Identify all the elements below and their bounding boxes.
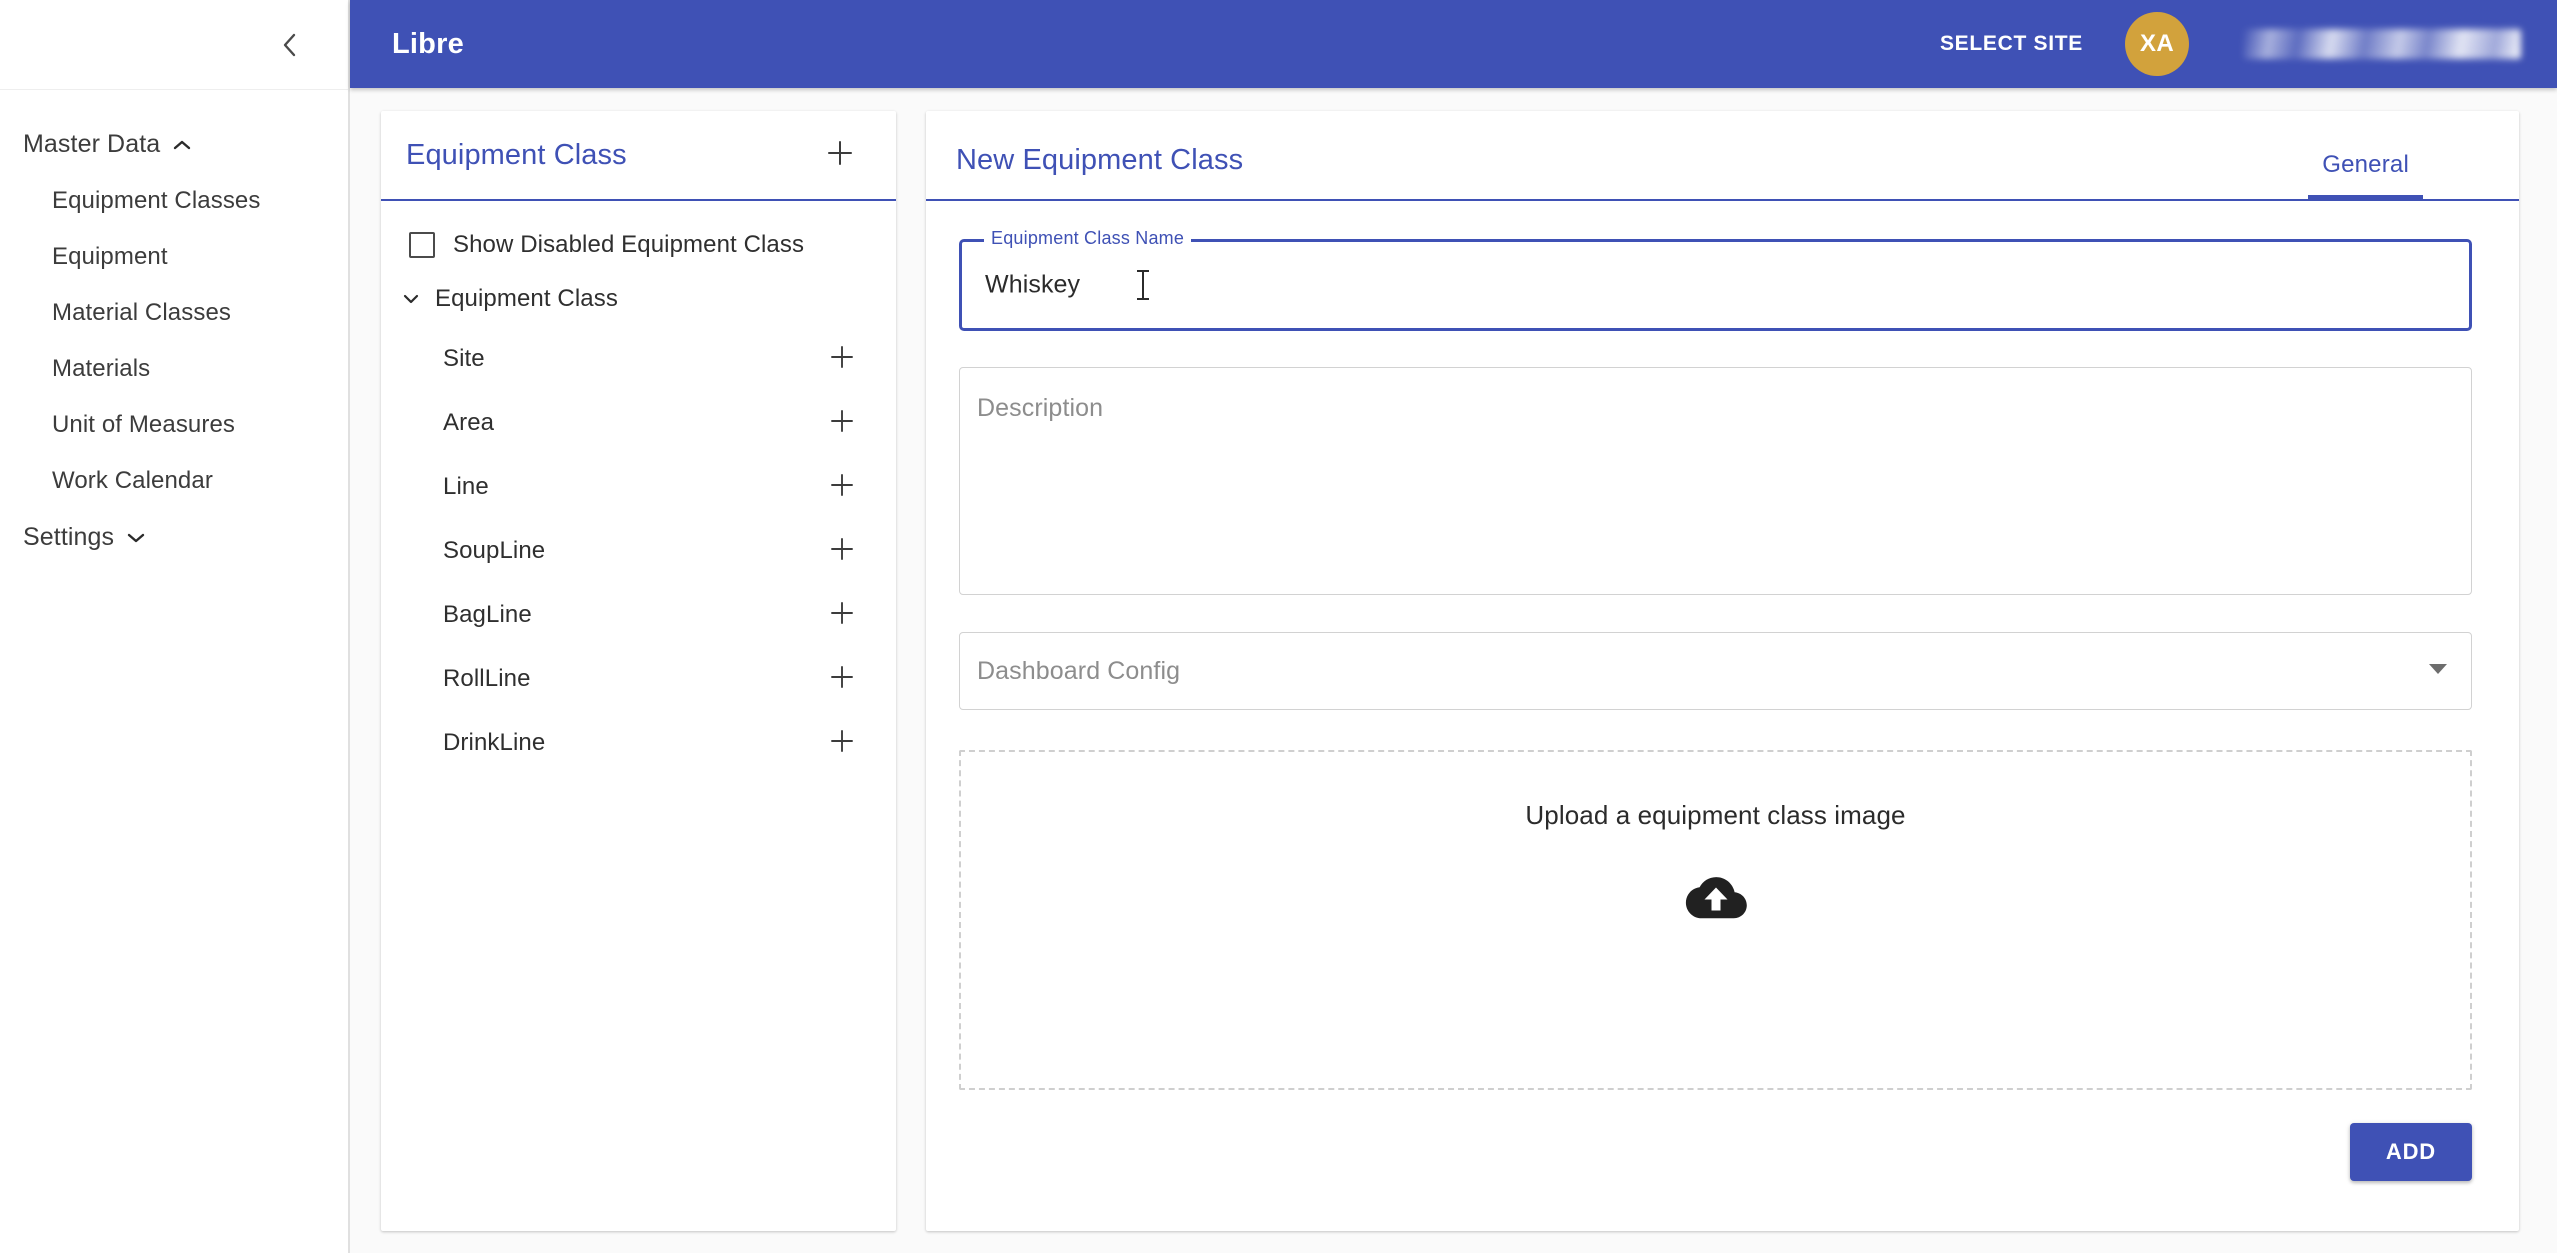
plus-icon	[828, 471, 856, 504]
tree-item-label: Line	[443, 473, 489, 500]
topbar-actions: SELECT SITE XA	[1934, 0, 2557, 88]
add-button[interactable]: ADD	[2349, 1123, 2472, 1181]
select-site-button[interactable]: SELECT SITE	[1934, 22, 2089, 66]
list-panel-title: Equipment Class	[406, 138, 627, 171]
user-name-blurred	[2243, 29, 2521, 59]
sidebar-group-label: Master Data	[23, 130, 161, 158]
chevron-down-icon	[126, 531, 146, 545]
tree-item-label: RollLine	[443, 665, 531, 692]
dashboard-config-select[interactable]: Dashboard Config	[959, 632, 2472, 710]
chevron-down-icon	[2429, 663, 2447, 679]
content-area: Equipment Class Show Disabled Equipment …	[350, 88, 2557, 1253]
tree-item-label: BagLine	[443, 601, 532, 628]
tree-item-area[interactable]: Area	[381, 391, 896, 455]
description-placeholder: Description	[977, 394, 1104, 422]
add-child-button[interactable]	[824, 725, 860, 761]
equipment-class-form: Equipment Class Name Whiskey Description…	[926, 201, 2519, 1231]
tree-root-label: Equipment Class	[435, 285, 618, 312]
app-root: Master Data Equipment Classes Equipment …	[0, 0, 2557, 1253]
page-title: New Equipment Class	[956, 144, 1244, 176]
sidebar-item-work-calendar[interactable]: Work Calendar	[0, 453, 348, 509]
list-panel-header: Equipment Class	[381, 111, 896, 201]
add-child-button[interactable]	[824, 405, 860, 441]
detail-tabs: General	[2308, 111, 2519, 199]
tree-item-label: Area	[443, 409, 495, 436]
app-brand: Libre	[392, 27, 464, 60]
tree-item-drinkline[interactable]: DrinkLine	[381, 711, 896, 775]
main-area: Libre SELECT SITE XA Equipment Class Sho…	[350, 0, 2557, 1253]
form-footer: ADD	[959, 1090, 2472, 1181]
sidebar-header	[0, 0, 348, 90]
sidebar-item-unit-of-measures[interactable]: Unit of Measures	[0, 397, 348, 453]
upload-instruction-text: Upload a equipment class image	[1525, 800, 1906, 830]
description-field[interactable]: Description	[959, 367, 2472, 595]
tree-item-label: SoupLine	[443, 537, 546, 564]
equipment-class-detail-panel: New Equipment Class General Equipment Cl…	[926, 111, 2519, 1231]
plus-icon	[825, 138, 855, 173]
tree-item-bagline[interactable]: BagLine	[381, 583, 896, 647]
tree-root-equipment-class[interactable]: Equipment Class	[381, 271, 896, 327]
sidebar-group-label: Settings	[23, 523, 115, 551]
sidebar: Master Data Equipment Classes Equipment …	[0, 0, 350, 1253]
app-topbar: Libre SELECT SITE XA	[350, 0, 2557, 88]
sidebar-nav: Master Data Equipment Classes Equipment …	[0, 90, 348, 566]
tree-item-rollline[interactable]: RollLine	[381, 647, 896, 711]
avatar[interactable]: XA	[2125, 12, 2189, 76]
equipment-class-name-value: Whiskey	[985, 270, 1081, 299]
show-disabled-checkbox-row[interactable]: Show Disabled Equipment Class	[381, 219, 896, 271]
sidebar-item-material-classes[interactable]: Material Classes	[0, 285, 348, 341]
plus-icon	[828, 727, 856, 760]
detail-panel-header: New Equipment Class General	[926, 111, 2519, 201]
sidebar-item-equipment[interactable]: Equipment	[0, 229, 348, 285]
chevron-left-icon	[279, 30, 301, 60]
sidebar-group-settings[interactable]: Settings	[0, 509, 348, 566]
sidebar-item-equipment-classes[interactable]: Equipment Classes	[0, 173, 348, 229]
add-child-button[interactable]	[824, 661, 860, 697]
add-child-button[interactable]	[824, 469, 860, 505]
text-cursor-icon	[1137, 270, 1149, 300]
list-panel-body: Show Disabled Equipment Class Equipment …	[381, 201, 896, 775]
plus-icon	[828, 599, 856, 632]
dashboard-config-placeholder: Dashboard Config	[977, 656, 1181, 685]
cloud-upload-icon	[1685, 873, 1747, 921]
plus-icon	[828, 535, 856, 568]
add-child-button[interactable]	[824, 597, 860, 633]
add-child-button[interactable]	[824, 533, 860, 569]
tree-item-label: Site	[443, 345, 485, 372]
tab-general[interactable]: General	[2308, 151, 2423, 199]
plus-icon	[828, 343, 856, 376]
tree-item-soupline[interactable]: SoupLine	[381, 519, 896, 583]
sidebar-item-materials[interactable]: Materials	[0, 341, 348, 397]
plus-icon	[828, 407, 856, 440]
equipment-class-name-field[interactable]: Equipment Class Name Whiskey	[959, 229, 2472, 331]
show-disabled-checkbox[interactable]	[409, 232, 435, 258]
plus-icon	[828, 663, 856, 696]
tree-item-line[interactable]: Line	[381, 455, 896, 519]
sidebar-collapse-button[interactable]	[270, 25, 310, 65]
chevron-down-icon	[401, 292, 421, 306]
tree-item-site[interactable]: Site	[381, 327, 896, 391]
image-upload-dropzone[interactable]: Upload a equipment class image	[959, 750, 2472, 1090]
add-equipment-class-button[interactable]	[820, 135, 860, 175]
equipment-class-list-panel: Equipment Class Show Disabled Equipment …	[381, 111, 896, 1231]
equipment-class-name-label: Equipment Class Name	[984, 229, 1192, 247]
add-child-button[interactable]	[824, 341, 860, 377]
tree-item-label: DrinkLine	[443, 729, 546, 756]
show-disabled-label: Show Disabled Equipment Class	[453, 231, 805, 258]
chevron-up-icon	[172, 138, 192, 152]
sidebar-group-master-data[interactable]: Master Data	[0, 116, 348, 173]
